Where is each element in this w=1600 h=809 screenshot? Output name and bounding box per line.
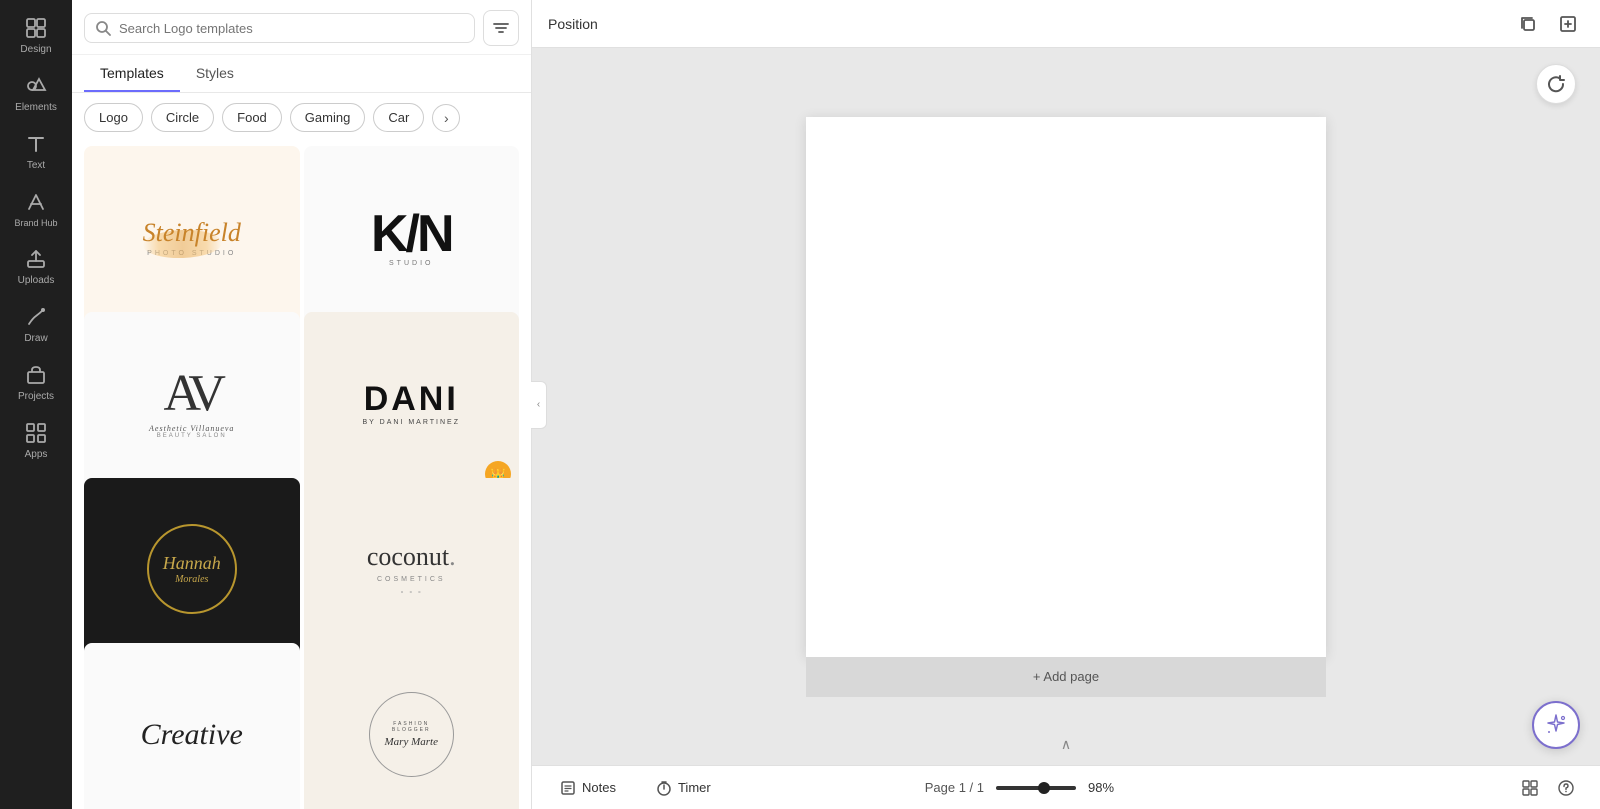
template-card-hannah-content: Hannah Morales <box>84 478 300 661</box>
collapse-arrow[interactable]: ∧ <box>1061 736 1071 753</box>
template-card-dani[interactable]: DANI BY DANI MARTINEZ 👑 <box>304 312 520 495</box>
search-input-wrap[interactable] <box>84 13 475 43</box>
brand-hub-icon <box>24 190 48 214</box>
template-card-av-content: AV Aesthetic Villanueva BEAUTY SALON <box>84 312 300 495</box>
elements-icon <box>24 74 48 98</box>
timer-button[interactable]: Timer <box>648 776 719 800</box>
chip-circle[interactable]: Circle <box>151 103 214 132</box>
projects-icon <box>24 363 48 387</box>
zoom-percent: 98% <box>1088 780 1128 795</box>
search-input[interactable] <box>119 21 464 36</box>
sidebar-item-elements[interactable]: Elements <box>4 66 68 120</box>
refresh-button[interactable] <box>1536 64 1576 104</box>
template-card-av[interactable]: AV Aesthetic Villanueva BEAUTY SALON <box>84 312 300 495</box>
top-toolbar: Position <box>532 0 1600 48</box>
template-card-coconut-content: coconut. cosmetics ⚬ ⚬ ⚬ <box>304 478 520 661</box>
canvas-wrapper: + Add page <box>806 117 1326 697</box>
template-card-fashion[interactable]: FASHION BLOGGER Mary Marte <box>304 643 520 809</box>
template-card-creative-content: Creative <box>84 643 300 809</box>
template-card-kn[interactable]: K/N STUDIO <box>304 146 520 329</box>
add-page-label: + Add page <box>1033 669 1099 684</box>
duplicate-button[interactable] <box>1512 8 1544 40</box>
apps-icon <box>24 421 48 445</box>
template-card-content: Steinfield PHOTO STUDIO <box>84 146 300 329</box>
sidebar: Design Elements Text Brand Hub <box>0 0 72 809</box>
template-card-steinfield[interactable]: Steinfield PHOTO STUDIO <box>84 146 300 329</box>
template-grid: Steinfield PHOTO STUDIO K/N STUDIO AV Ae… <box>72 142 531 809</box>
sidebar-item-projects[interactable]: Projects <box>4 355 68 409</box>
template-card-hannah[interactable]: Hannah Morales <box>84 478 300 661</box>
sidebar-item-elements-label: Elements <box>15 102 57 114</box>
hide-panel-button[interactable]: ‹ <box>531 381 547 429</box>
zoom-slider[interactable] <box>996 786 1076 790</box>
chips-row: Logo Circle Food Gaming Car › <box>72 93 531 142</box>
chip-logo[interactable]: Logo <box>84 103 143 132</box>
bottom-bar: Notes Timer Page 1 / 1 98% <box>532 765 1600 809</box>
sidebar-item-apps-label: Apps <box>25 449 48 461</box>
search-icon <box>95 20 111 36</box>
sidebar-item-text[interactable]: Text <box>4 124 68 178</box>
design-canvas[interactable] <box>806 117 1326 657</box>
canvas-container: + Add page ∧ <box>532 48 1600 765</box>
canvas-area: Position <box>532 0 1600 809</box>
magic-ai-button[interactable] <box>1532 701 1580 749</box>
templates-panel: Templates Styles Logo Circle Food Gaming… <box>72 0 532 809</box>
toolbar-right <box>1512 8 1584 40</box>
sidebar-item-text-label: Text <box>27 160 45 172</box>
panel-tabs: Templates Styles <box>72 55 531 93</box>
sidebar-item-brand-hub-label: Brand Hub <box>14 218 57 229</box>
template-card-fashion-content: FASHION BLOGGER Mary Marte <box>304 643 520 809</box>
timer-label: Timer <box>678 780 711 795</box>
add-page-button-bottom[interactable]: + Add page <box>806 657 1326 697</box>
help-button[interactable] <box>1552 774 1580 802</box>
draw-icon <box>24 305 48 329</box>
sidebar-item-projects-label: Projects <box>18 391 54 403</box>
page-info: Page 1 / 1 <box>925 780 984 795</box>
text-icon <box>24 132 48 156</box>
notes-label: Notes <box>582 780 616 795</box>
sidebar-item-brand-hub[interactable]: Brand Hub <box>4 182 68 235</box>
filter-button[interactable] <box>483 10 519 46</box>
add-page-button[interactable] <box>1552 8 1584 40</box>
sidebar-item-draw-label: Draw <box>24 333 47 345</box>
uploads-icon <box>24 247 48 271</box>
bottom-right <box>1516 774 1580 802</box>
chip-food[interactable]: Food <box>222 103 282 132</box>
sidebar-item-design[interactable]: Design <box>4 8 68 62</box>
bottom-center: Page 1 / 1 98% <box>925 780 1128 795</box>
template-card-kn-content: K/N STUDIO <box>304 146 520 329</box>
sidebar-item-uploads-label: Uploads <box>18 275 55 287</box>
position-label: Position <box>548 16 598 32</box>
grid-view-button[interactable] <box>1516 774 1544 802</box>
template-card-creative[interactable]: Creative <box>84 643 300 809</box>
sidebar-item-uploads[interactable]: Uploads <box>4 239 68 293</box>
sidebar-item-design-label: Design <box>20 44 51 56</box>
template-card-coconut[interactable]: coconut. cosmetics ⚬ ⚬ ⚬ <box>304 478 520 661</box>
search-bar <box>72 0 531 55</box>
chip-gaming[interactable]: Gaming <box>290 103 366 132</box>
design-icon <box>24 16 48 40</box>
sidebar-item-apps[interactable]: Apps <box>4 413 68 467</box>
chip-car[interactable]: Car <box>373 103 424 132</box>
tab-templates[interactable]: Templates <box>84 55 180 92</box>
zoom-slider-handle[interactable] <box>1038 782 1050 794</box>
chip-more-button[interactable]: › <box>432 104 460 132</box>
tab-styles[interactable]: Styles <box>180 55 250 92</box>
notes-button[interactable]: Notes <box>552 776 624 800</box>
sidebar-item-draw[interactable]: Draw <box>4 297 68 351</box>
